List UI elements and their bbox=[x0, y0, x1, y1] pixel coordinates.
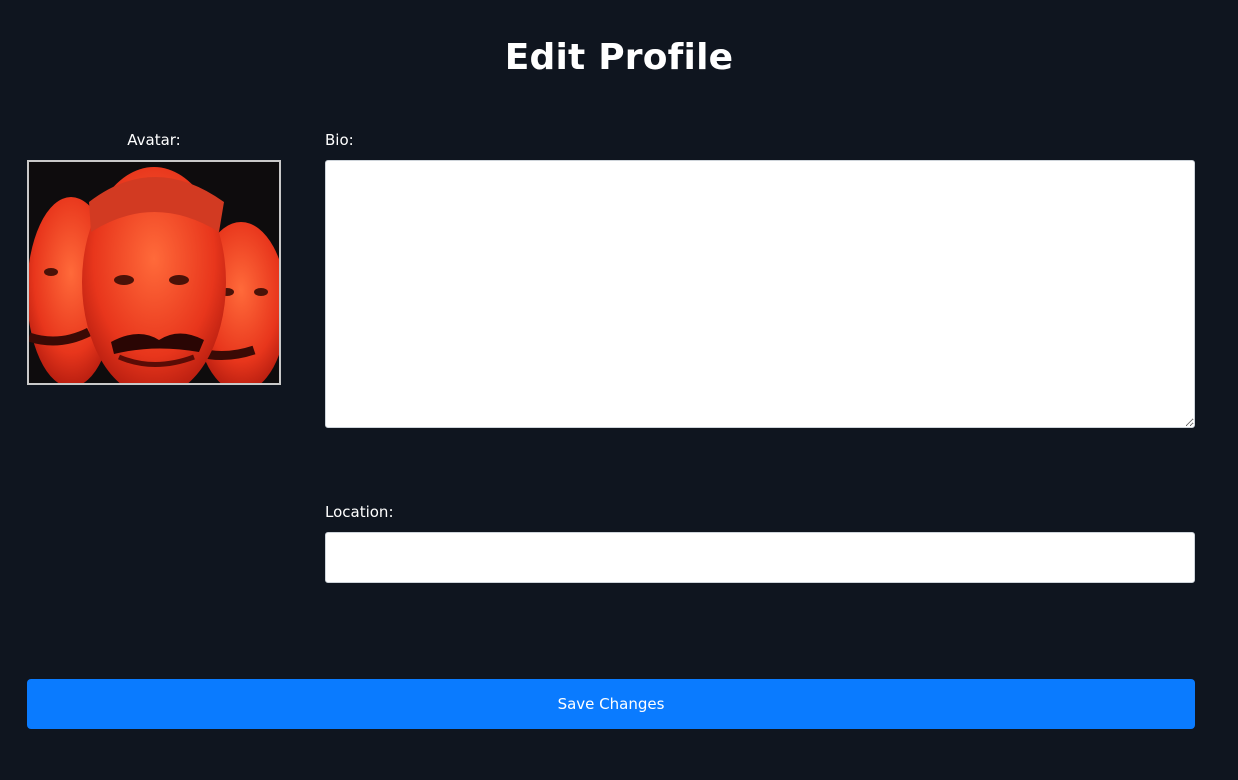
avatar-label: Avatar: bbox=[127, 131, 181, 149]
location-label: Location: bbox=[325, 503, 394, 521]
location-input[interactable] bbox=[325, 532, 1195, 583]
bio-label: Bio: bbox=[325, 131, 354, 149]
center-face-shape bbox=[82, 167, 226, 383]
avatar-picture bbox=[29, 162, 279, 383]
save-changes-button[interactable]: Save Changes bbox=[27, 679, 1195, 729]
bio-textarea[interactable] bbox=[325, 160, 1195, 428]
edit-profile-page: Edit Profile Avatar: Bio: Location: Save… bbox=[0, 0, 1238, 780]
page-title: Edit Profile bbox=[504, 37, 734, 78]
avatar-image[interactable] bbox=[27, 160, 281, 385]
